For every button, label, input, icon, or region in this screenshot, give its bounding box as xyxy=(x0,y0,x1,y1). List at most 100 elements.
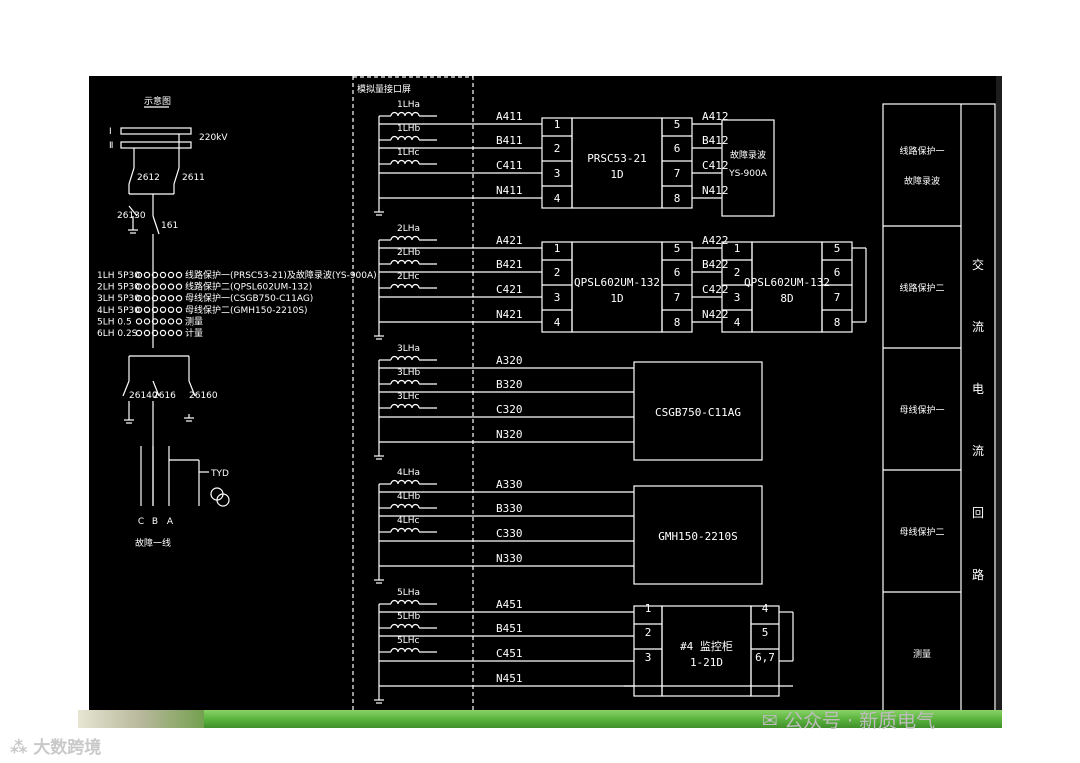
ct-ring-6-5 xyxy=(175,329,183,337)
wire-label-C412: C412 xyxy=(702,159,729,172)
wire-label-B451: B451 xyxy=(496,622,523,635)
ct-4LHc: 4LHc xyxy=(397,516,420,526)
bus-label-1: Ⅰ xyxy=(109,127,112,137)
ct-name-3: 3LH 5P30 xyxy=(97,294,140,304)
ct-name-4: 4LH 5P30 xyxy=(97,306,140,316)
bus-voltage: 220kV xyxy=(199,133,228,143)
wire-label-C421: C421 xyxy=(496,283,523,296)
device-0-name: PRSC53-21 xyxy=(587,152,647,165)
ct-name-5: 5LH 0.5 xyxy=(97,317,132,327)
device-1-out-5: 5 xyxy=(674,242,681,255)
wire-label-B330: B330 xyxy=(496,502,523,515)
switch-label-26130: 26130 xyxy=(117,211,146,221)
device-1-out-6: 6 xyxy=(674,266,681,279)
ct-2LHb: 2LHb xyxy=(397,248,421,258)
wire-label-C411: C411 xyxy=(496,159,523,172)
coil-2LHc xyxy=(390,283,420,289)
ct-name-6: 6LH 0.2S xyxy=(97,329,138,339)
ct-ring-2-1 xyxy=(143,283,151,290)
ct-ring-4-1 xyxy=(143,306,151,313)
wire-label-N412: N412 xyxy=(702,184,729,197)
device-1-name: QPSL602UM-132 xyxy=(574,276,660,289)
ct-1LHa: 1LHa xyxy=(397,100,420,110)
coil-3LHc xyxy=(390,403,420,409)
vertical-title-0: 交 xyxy=(972,257,984,272)
switch-2611 xyxy=(173,167,180,185)
wire-label-A411: A411 xyxy=(496,110,523,123)
vertical-title-4: 回 xyxy=(972,506,984,520)
wire-label-N320: N320 xyxy=(496,428,523,441)
coil-4LHb xyxy=(390,503,420,509)
ct-ring-3-5 xyxy=(175,294,183,302)
ct-desc-6: 计量 xyxy=(185,327,203,339)
ct-ring-1-4 xyxy=(167,271,175,279)
device-0-out-8: 8 xyxy=(674,192,681,205)
device-4-in-3: 3 xyxy=(645,651,652,664)
device-1-in-3: 3 xyxy=(554,291,561,304)
wire-label-A320: A320 xyxy=(496,354,523,367)
ct-ring-5-4 xyxy=(167,318,175,325)
device-0-out-5: 5 xyxy=(674,118,681,131)
ct-ring-3-1 xyxy=(143,294,151,302)
right-row-1-1: 故障录波 xyxy=(904,175,940,187)
phase-label-c: C xyxy=(138,517,144,527)
wire-label-A412: A412 xyxy=(702,110,729,123)
switch-2612 xyxy=(128,167,135,185)
ct-5LHc: 5LHc xyxy=(397,636,420,646)
phase-label-a: A xyxy=(167,517,174,527)
ct-ring-5-0 xyxy=(135,318,143,325)
device-0-out-7: 7 xyxy=(674,167,681,180)
device-4-in-1: 1 xyxy=(645,602,652,615)
ct-desc-2: 线路保护二(QPSL602UM-132) xyxy=(185,281,312,293)
coil-3LHa xyxy=(390,355,420,361)
ct-3LHc: 3LHc xyxy=(397,392,420,402)
ct-ring-5-3 xyxy=(159,318,167,325)
ct-ring-2-4 xyxy=(167,283,175,290)
vertical-title-3: 流 xyxy=(972,444,984,458)
wire-label-N421: N421 xyxy=(496,308,523,321)
device-1-out-7: 7 xyxy=(674,291,681,304)
device2-1-out-6: 6 xyxy=(834,266,841,279)
device-1-in-4: 4 xyxy=(554,316,561,329)
current-circuit-diagram: 示意图ⅠⅡ220kV2612 2611261301611LH 5P30 线路保护一(… xyxy=(97,76,996,710)
coil-1LHc xyxy=(390,159,420,165)
ct-desc-4: 母线保护二(GMH150-2210S) xyxy=(185,304,308,316)
device-3-name: GMH150-2210S xyxy=(658,530,737,543)
pt-label: TYD xyxy=(210,469,229,479)
device-4-out-4: 4 xyxy=(762,602,769,615)
watermark-right: ✉ 公众号 · 新质电气 xyxy=(762,710,936,732)
coil-1LHa xyxy=(390,111,420,117)
line-label: 故障一线 xyxy=(135,537,171,549)
wire-label-N330: N330 xyxy=(496,552,523,565)
ct-desc-1: 线路保护一(PRSC53-21)及故障录波(YS-900A) xyxy=(185,269,377,281)
right-row-2-0: 线路保护二 xyxy=(899,282,944,294)
coil-5LHb xyxy=(390,623,420,629)
device-1-out-8: 8 xyxy=(674,316,681,329)
ct-1LHc: 1LHc xyxy=(397,148,420,158)
device-0-in-3: 3 xyxy=(554,167,561,180)
switch-label-2616: 2616 xyxy=(153,391,176,401)
wire-label-C320: C320 xyxy=(496,403,523,416)
coil-4LHc xyxy=(390,527,420,533)
coil-2LHb xyxy=(390,259,420,265)
ct-ring-2-3 xyxy=(159,283,167,290)
ct-2LHa: 2LHa xyxy=(397,224,420,234)
device-1-in-1: 1 xyxy=(554,242,561,255)
coil-4LHa xyxy=(390,479,420,485)
coil-2LHa xyxy=(390,235,420,241)
coil-3LHb xyxy=(390,379,420,385)
ct-4LHb: 4LHb xyxy=(397,492,421,502)
vertical-title-5: 路 xyxy=(972,567,984,582)
wire-label-B411: B411 xyxy=(496,134,523,147)
phase-label-b: B xyxy=(152,517,158,527)
device2-0-name: 故障录波 xyxy=(730,149,766,161)
watermark-right-text: 公众号 · 新质电气 xyxy=(783,710,936,732)
vertical-title-1: 流 xyxy=(972,320,984,334)
ct-ring-5-5 xyxy=(175,318,183,325)
device-1-sub: 1D xyxy=(610,292,623,305)
device-4-out-6,7: 6,7 xyxy=(755,651,775,664)
ct-ring-6-3 xyxy=(159,329,167,337)
ct-5LHa: 5LHa xyxy=(397,588,420,598)
device-0-in-2: 2 xyxy=(554,142,561,155)
device2-1-in-1: 1 xyxy=(734,242,741,255)
